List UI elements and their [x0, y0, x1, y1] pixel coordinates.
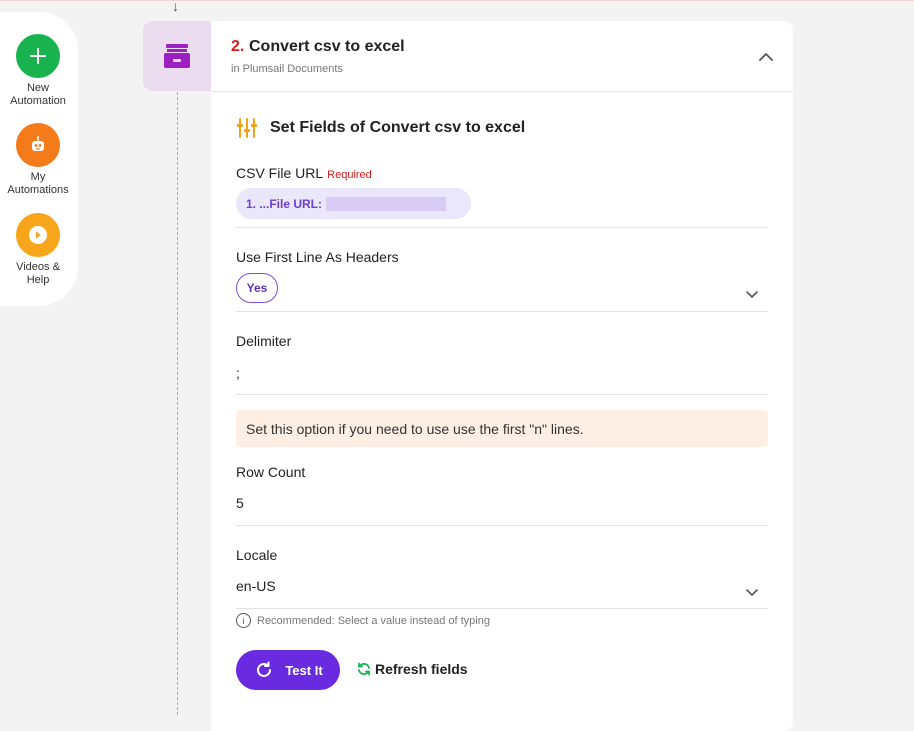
- required-marker: Required: [327, 169, 372, 181]
- top-border: [0, 0, 914, 1]
- info-icon: i: [236, 613, 251, 628]
- row-count-label: Row Count: [236, 464, 306, 480]
- step-title: Convert csv to excel: [249, 38, 405, 55]
- section-title: Set Fields of Convert csv to excel: [270, 119, 526, 136]
- play-icon: [16, 213, 60, 257]
- row-count-input[interactable]: 5: [236, 495, 244, 511]
- divider: [236, 227, 768, 228]
- delimiter-input[interactable]: ;: [236, 365, 240, 381]
- new-automation-button[interactable]: New Automation: [0, 34, 76, 108]
- refresh-fields-button[interactable]: Refresh fields: [356, 661, 468, 677]
- step-header[interactable]: 2. Convert csv to excel in Plumsail Docu…: [211, 21, 793, 92]
- first-line-headers-value[interactable]: Yes: [236, 273, 278, 303]
- videos-help-label: Videos & Help: [16, 261, 60, 286]
- refresh-icon: [358, 662, 370, 676]
- redacted-value: [326, 197, 446, 211]
- step-number: 2.: [231, 38, 245, 55]
- csv-url-input[interactable]: 1. ...File URL:: [236, 188, 471, 219]
- csv-url-token: 1. ...File URL:: [246, 197, 323, 211]
- chevron-down-icon[interactable]: [744, 286, 760, 302]
- divider: [236, 525, 768, 526]
- refresh-arrow-icon: [257, 661, 272, 677]
- my-automations-button[interactable]: My Automations: [0, 123, 76, 197]
- new-automation-label: New Automation: [10, 82, 66, 107]
- divider: [236, 394, 768, 395]
- left-rail: New Automation My Automations Videos & H…: [0, 12, 78, 306]
- locale-recommendation: i Recommended: Select a value instead of…: [236, 613, 490, 628]
- plus-icon: [16, 34, 60, 78]
- flow-connector: [177, 92, 178, 715]
- step-subtitle: in Plumsail Documents: [231, 63, 343, 75]
- videos-help-button[interactable]: Videos & Help: [0, 213, 76, 287]
- divider: [236, 608, 768, 609]
- arrow-down-icon: ↓: [172, 0, 179, 14]
- first-line-headers-label: Use First Line As Headers: [236, 249, 399, 265]
- csv-url-label: CSV File URL Required: [236, 165, 372, 181]
- robot-icon: [16, 123, 60, 167]
- hint-box: Set this option if you need to use use t…: [236, 410, 768, 447]
- delimiter-label: Delimiter: [236, 333, 292, 349]
- archive-box-icon: [143, 21, 211, 91]
- step-card: 2. Convert csv to excel in Plumsail Docu…: [211, 21, 793, 731]
- chevron-up-icon[interactable]: [756, 47, 776, 67]
- locale-label: Locale: [236, 547, 278, 563]
- chevron-down-icon[interactable]: [744, 584, 760, 600]
- test-it-button[interactable]: Test It: [236, 650, 340, 690]
- hint-text: Set this option if you need to use use t…: [246, 421, 584, 437]
- locale-input[interactable]: en-US: [236, 578, 276, 594]
- sliders-icon: [237, 118, 257, 138]
- divider: [236, 311, 768, 312]
- my-automations-label: My Automations: [7, 171, 69, 196]
